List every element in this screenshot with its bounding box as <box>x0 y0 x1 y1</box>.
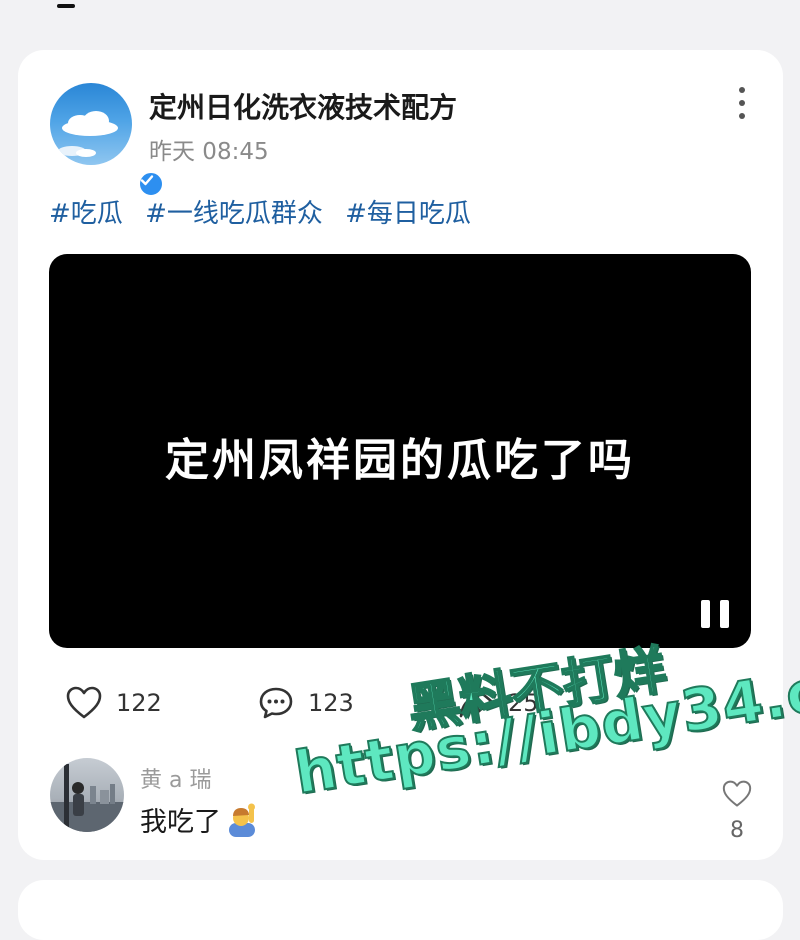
hashtag-link[interactable]: #一线吃瓜群众 <box>145 199 323 229</box>
comment-body: 我吃了 <box>140 800 259 839</box>
cloud-avatar-image <box>58 111 118 157</box>
video-player[interactable]: 定州凤祥园的瓜吃了吗 <box>49 254 751 648</box>
more-options-icon[interactable] <box>732 87 752 119</box>
person-photo-image <box>50 764 124 832</box>
like-button[interactable]: 122 <box>66 686 162 720</box>
comment-text: 我吃了 <box>140 807 221 838</box>
comment-like-count: 8 <box>730 818 744 843</box>
comment-bubble-icon <box>259 687 293 719</box>
account-avatar[interactable] <box>50 83 164 197</box>
comment-like-button[interactable]: 8 <box>720 780 754 843</box>
pause-icon[interactable] <box>701 600 729 628</box>
heart-icon <box>722 780 752 807</box>
heart-icon <box>66 686 102 719</box>
hashtag-link[interactable]: #吃瓜 <box>49 199 123 229</box>
next-post-card <box>18 880 783 940</box>
video-caption: 定州凤祥园的瓜吃了吗 <box>165 435 635 486</box>
comment-button[interactable]: 123 <box>258 686 354 720</box>
hashtag-list: #吃瓜 #一线吃瓜群众 #每日吃瓜 <box>49 193 485 230</box>
like-count: 122 <box>116 689 162 717</box>
account-name[interactable]: 定州日化洗衣液技术配方 <box>149 86 457 126</box>
hashtag-link[interactable]: #每日吃瓜 <box>345 199 471 229</box>
commenter-avatar[interactable] <box>50 758 124 832</box>
man-raising-hand-icon <box>225 803 259 837</box>
commenter-name[interactable]: 黄 a 瑞 <box>140 762 211 794</box>
post-time: 昨天 08:45 <box>149 139 269 165</box>
comment-count: 123 <box>308 689 354 717</box>
status-bar-indicator <box>57 4 75 8</box>
